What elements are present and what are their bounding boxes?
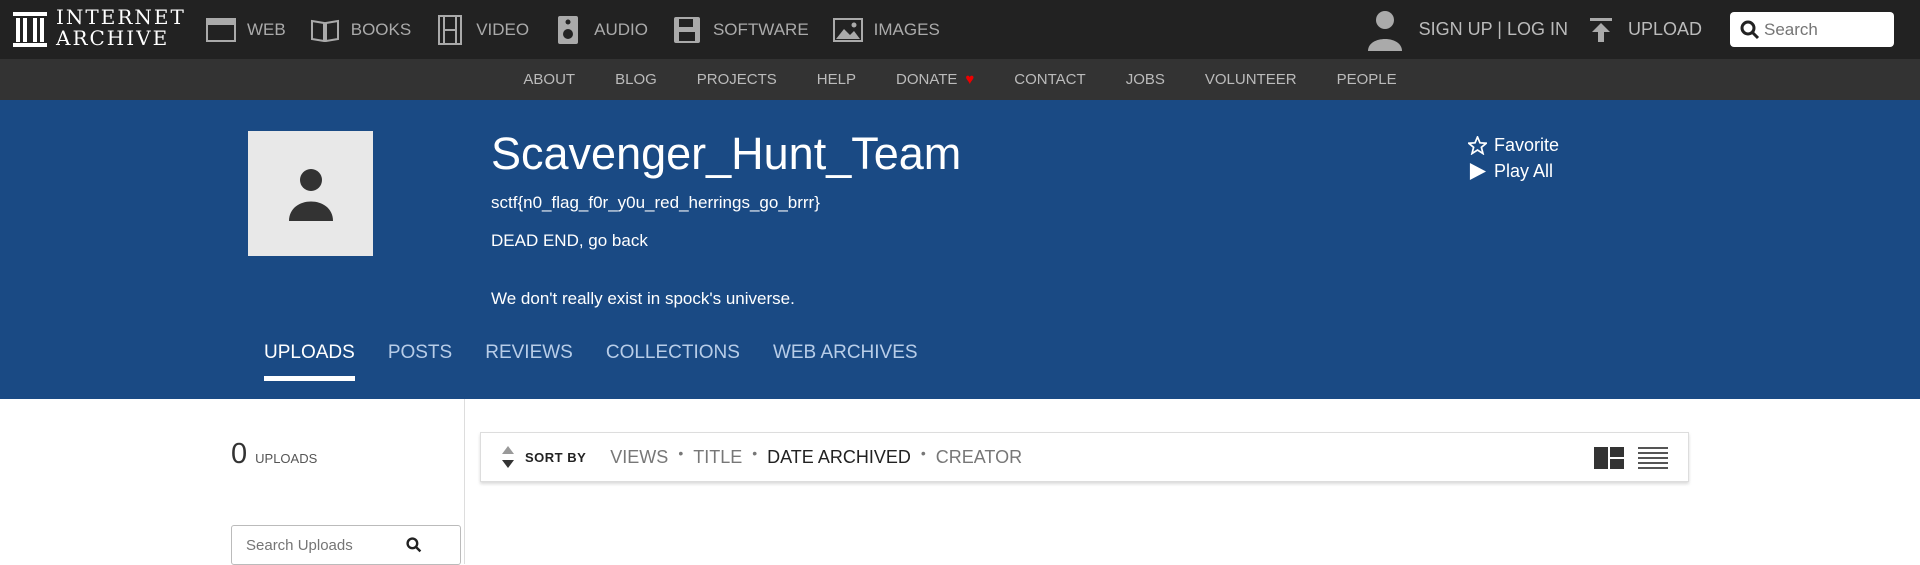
header-search-box[interactable]: [1730, 12, 1894, 47]
top-navigation-bar: INTERNET ARCHIVE WEB BOOKS VIDEO AUDIO S…: [0, 0, 1920, 59]
film-icon: [435, 14, 465, 45]
favorite-label: Favorite: [1494, 134, 1560, 155]
upload-link[interactable]: UPLOAD: [1588, 17, 1702, 43]
nav-audio-label: AUDIO: [594, 19, 648, 39]
user-area: SIGN UP | LOG IN UPLOAD: [1365, 0, 1920, 59]
tile-view-icon[interactable]: [1594, 447, 1624, 469]
search-icon[interactable]: [406, 537, 422, 553]
subnav-donate[interactable]: DONATE ♥: [896, 71, 974, 88]
view-toggles: [1580, 447, 1668, 469]
sort-separator: •: [678, 445, 684, 461]
tab-collections[interactable]: COLLECTIONS: [606, 342, 740, 381]
search-icon[interactable]: [1740, 20, 1760, 40]
nav-video[interactable]: VIDEO: [435, 14, 530, 45]
favorite-button[interactable]: Favorite: [1468, 132, 1559, 158]
upload-icon: [1589, 17, 1612, 42]
logo-text: INTERNET ARCHIVE: [56, 7, 186, 49]
upload-label: UPLOAD: [1627, 19, 1702, 39]
sort-direction-icon[interactable]: [501, 445, 515, 469]
profile-username: Scavenger_Hunt_Team: [491, 128, 962, 179]
upload-count-number: 0: [231, 438, 248, 470]
tab-uploads[interactable]: UPLOADS: [264, 342, 355, 381]
sort-separator: •: [920, 445, 926, 461]
header-search-input[interactable]: [1764, 19, 1884, 40]
upload-count: 0 UPLOADS: [231, 438, 317, 471]
sort-by-label: SORT BY: [525, 449, 587, 465]
tab-reviews[interactable]: REVIEWS: [485, 342, 573, 381]
subnav-volunteer[interactable]: VOLUNTEER: [1205, 71, 1297, 88]
secondary-nav: ABOUT BLOG PROJECTS HELP DONATE ♥ CONTAC…: [0, 59, 1920, 100]
search-uploads-input[interactable]: [246, 536, 406, 554]
image-icon: [832, 15, 863, 45]
profile-description-line1: DEAD END, go back: [491, 231, 648, 250]
nav-audio[interactable]: AUDIO: [553, 15, 648, 45]
play-all-label: Play All: [1494, 160, 1554, 181]
subnav-donate-label: DONATE: [895, 71, 958, 88]
nav-web[interactable]: WEB: [206, 15, 286, 45]
signup-login-label: SIGN UP | LOG IN: [1418, 19, 1568, 39]
subnav-projects[interactable]: PROJECTS: [697, 71, 777, 88]
profile-banner: Scavenger_Hunt_Team sctf{n0_flag_f0r_y0u…: [0, 100, 1920, 399]
tab-posts[interactable]: POSTS: [388, 342, 452, 381]
web-icon: [206, 15, 236, 45]
book-icon: [310, 15, 340, 45]
subnav-blog[interactable]: BLOG: [615, 71, 657, 88]
logo-line2: ARCHIVE: [56, 26, 170, 50]
nav-web-label: WEB: [247, 19, 286, 39]
archive-building-icon: [13, 12, 47, 47]
logo-line1: INTERNET: [56, 5, 186, 29]
profile-tabs: UPLOADS POSTS REVIEWS COLLECTIONS WEB AR…: [264, 342, 951, 381]
sort-creator[interactable]: CREATOR: [936, 447, 1022, 468]
media-type-nav: WEB BOOKS VIDEO AUDIO SOFTWARE IMAGES: [206, 0, 964, 59]
search-uploads-box[interactable]: [231, 525, 461, 565]
subnav-jobs[interactable]: JOBS: [1126, 71, 1165, 88]
sort-views[interactable]: VIEWS: [610, 447, 668, 468]
nav-books[interactable]: BOOKS: [310, 15, 411, 45]
sort-bar: SORT BY VIEWS • TITLE • DATE ARCHIVED • …: [480, 432, 1689, 482]
nav-books-label: BOOKS: [350, 19, 412, 39]
user-icon: [1367, 10, 1402, 51]
sort-title[interactable]: TITLE: [693, 447, 742, 468]
nav-video-label: VIDEO: [476, 19, 530, 39]
sidebar-divider: [464, 399, 465, 564]
sort-separator: •: [752, 445, 758, 461]
profile-description-line2: We don't really exist in spock's univers…: [491, 289, 795, 308]
speaker-icon: [553, 15, 583, 45]
subnav-help[interactable]: HELP: [817, 71, 856, 88]
nav-software[interactable]: SOFTWARE: [672, 15, 809, 45]
star-icon: [1468, 135, 1488, 155]
subnav-about[interactable]: ABOUT: [523, 71, 575, 88]
internet-archive-logo[interactable]: INTERNET ARCHIVE: [12, 6, 186, 50]
profile-actions: Favorite Play All: [1468, 132, 1559, 184]
sort-date-archived[interactable]: DATE ARCHIVED: [767, 447, 911, 468]
avatar: [248, 131, 373, 256]
play-all-button[interactable]: Play All: [1468, 158, 1559, 184]
tab-web-archives[interactable]: WEB ARCHIVES: [773, 342, 918, 381]
subnav-people[interactable]: PEOPLE: [1337, 71, 1397, 88]
profile-flag-text: sctf{n0_flag_f0r_y0u_red_herrings_go_brr…: [491, 193, 820, 212]
user-avatar-icon: [288, 168, 333, 221]
play-icon: [1468, 162, 1488, 181]
subnav-contact[interactable]: CONTACT: [1014, 71, 1085, 88]
nav-images-label: IMAGES: [873, 19, 940, 39]
nav-software-label: SOFTWARE: [712, 19, 809, 39]
floppy-icon: [672, 15, 702, 45]
list-view-icon[interactable]: [1638, 447, 1668, 469]
upload-count-label: UPLOADS: [255, 451, 318, 466]
signup-login-link[interactable]: SIGN UP | LOG IN: [1365, 9, 1568, 51]
heart-icon: ♥: [965, 71, 975, 88]
nav-images[interactable]: IMAGES: [832, 15, 940, 45]
